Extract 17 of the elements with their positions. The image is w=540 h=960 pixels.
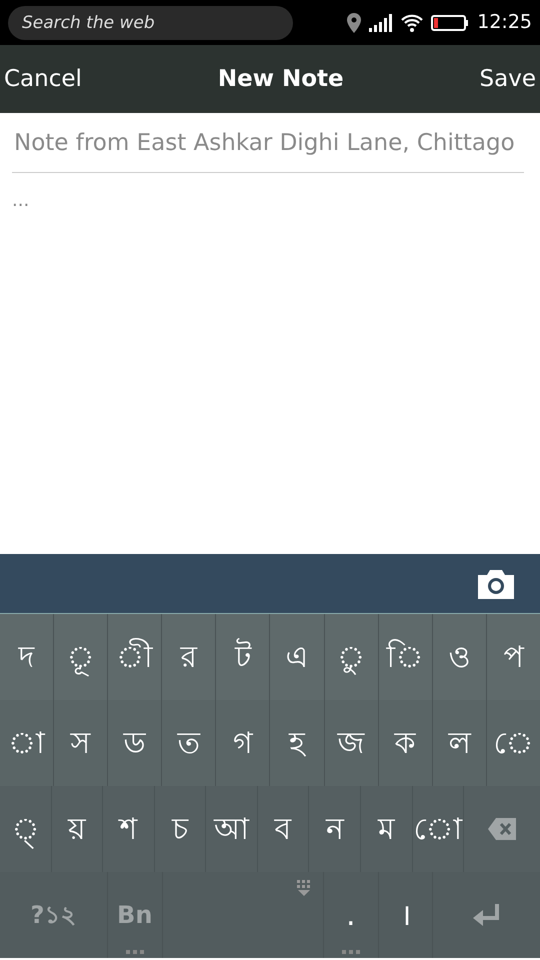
backspace-icon xyxy=(488,818,516,840)
keyboard-switch-icon xyxy=(297,880,311,896)
cancel-button[interactable]: Cancel xyxy=(0,62,86,96)
key[interactable]: । xyxy=(378,872,433,958)
key[interactable]: প xyxy=(486,614,540,700)
clock: 12:25 xyxy=(477,10,532,36)
camera-icon[interactable] xyxy=(476,568,516,598)
location-icon xyxy=(347,12,362,32)
save-button[interactable]: Save xyxy=(476,62,540,96)
wifi-icon xyxy=(401,14,424,32)
search-field[interactable]: Search the web xyxy=(8,6,293,40)
header-title: New Note xyxy=(218,64,344,94)
key[interactable]: ◌ে xyxy=(486,700,540,786)
key[interactable]: . xyxy=(324,872,378,958)
battery-icon xyxy=(431,14,470,32)
signal-icon xyxy=(369,14,394,32)
enter-icon xyxy=(472,904,500,926)
